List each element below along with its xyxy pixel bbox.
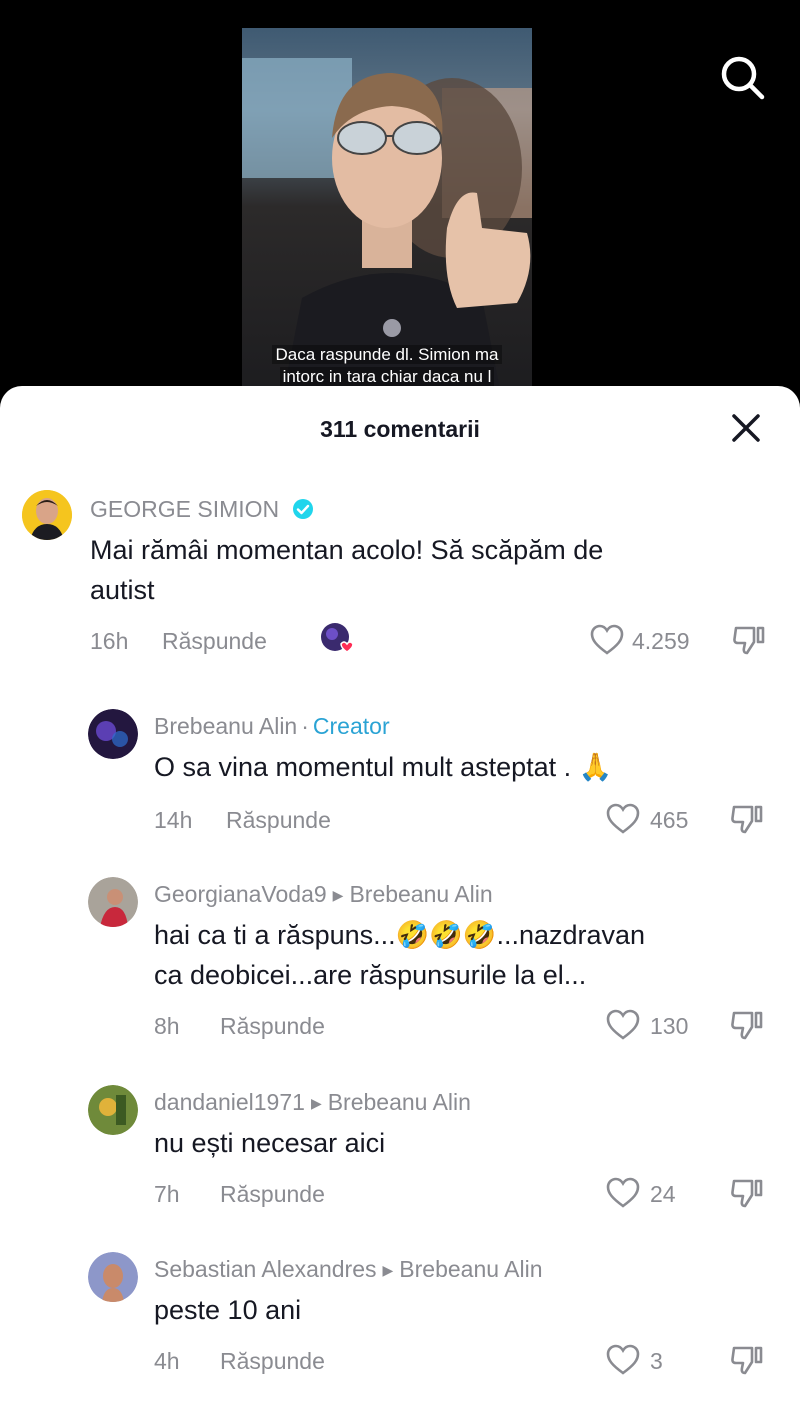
comment-text: O sa vina momentul mult asteptat . 🙏: [154, 747, 782, 787]
creator-badge: Creator: [312, 713, 390, 739]
heart-icon: [606, 1344, 640, 1375]
comment-time: 4h: [154, 1348, 180, 1374]
comment-author-line: GEORGE SIMION: [90, 494, 780, 524]
avatar[interactable]: [88, 709, 138, 759]
comment-text: Mai rămâi momentan acolo! Să scăpăm de a…: [90, 530, 780, 610]
reply-button[interactable]: Răspunde: [162, 628, 267, 655]
comment-author-line: GeorgianaVoda9 ▶ Brebeanu Alin: [154, 879, 782, 909]
comment-text-line: nu ești necesar aici: [154, 1128, 386, 1158]
comment-text-line: hai ca ti a răspuns...🤣🤣🤣...nazdravan: [154, 920, 646, 950]
dislike-button[interactable]: [730, 1175, 764, 1215]
avatar-image: [88, 1252, 138, 1302]
heart-icon: [606, 1177, 640, 1208]
video-caption: Daca raspunde dl. Simion ma intorc in ta…: [242, 344, 532, 388]
comments-header: 311 comentarii: [0, 386, 800, 472]
comment-time: 8h: [154, 1013, 180, 1039]
comment-count: 311 comentarii: [320, 416, 480, 442]
comment-author[interactable]: Brebeanu Alin: [154, 713, 297, 739]
comment-text-line: autist: [90, 575, 155, 605]
comment-text: peste 10 ani: [154, 1290, 782, 1330]
like-button[interactable]: 24: [606, 1173, 706, 1213]
avatar[interactable]: [22, 490, 72, 540]
reply-arrow-icon: ▶: [382, 1262, 394, 1278]
search-button[interactable]: [714, 50, 770, 106]
like-button[interactable]: 4.259: [590, 620, 702, 660]
comment-author[interactable]: GeorgianaVoda9: [154, 881, 327, 907]
badge-separator: ·: [301, 713, 309, 739]
video-thumbnail[interactable]: Daca raspunde dl. Simion ma intorc in ta…: [242, 28, 532, 400]
avatar-image: [88, 877, 138, 927]
comment-time: 16h: [90, 628, 129, 654]
dislike-button[interactable]: [732, 622, 766, 662]
like-count: 130: [650, 1013, 689, 1039]
comment-author[interactable]: Sebastian Alexandres: [154, 1256, 377, 1282]
reply-button[interactable]: Răspunde: [220, 1348, 325, 1375]
like-button[interactable]: 465: [606, 799, 706, 839]
reply-arrow-icon: ▶: [332, 887, 344, 903]
comment-text-line: peste 10 ani: [154, 1295, 302, 1325]
like-count: 3: [650, 1348, 663, 1374]
reply-to-author[interactable]: Brebeanu Alin: [328, 1089, 471, 1115]
avatar[interactable]: [88, 1085, 138, 1135]
like-count: 24: [650, 1181, 676, 1207]
comment-text: hai ca ti a răspuns...🤣🤣🤣...nazdravan ca…: [154, 915, 782, 995]
thumbs-down-icon: [733, 626, 765, 655]
caption-line-1: Daca raspunde dl. Simion ma: [272, 345, 502, 364]
dislike-button[interactable]: [730, 801, 764, 841]
caption-line-2: intorc in tara chiar daca nu l: [279, 367, 495, 386]
reply-button[interactable]: Răspunde: [220, 1013, 325, 1040]
close-icon: [732, 414, 760, 442]
avatar[interactable]: [88, 877, 138, 927]
comment-meta: 8h Răspunde 130: [154, 1005, 782, 1045]
reply-to-author[interactable]: Brebeanu Alin: [349, 881, 492, 907]
heart-icon: [606, 1009, 640, 1040]
like-count: 465: [650, 807, 689, 833]
heart-icon: [590, 624, 624, 655]
comment-meta: 14h Răspunde 465: [154, 799, 782, 839]
comment-author[interactable]: GEORGE SIMION: [90, 496, 279, 522]
heart-icon: [606, 803, 640, 834]
creator-avatar-mini: [321, 623, 354, 653]
like-button[interactable]: 3: [606, 1340, 706, 1380]
reply-to-author[interactable]: Brebeanu Alin: [399, 1256, 542, 1282]
creator-liked-icon: [320, 622, 354, 656]
dislike-button[interactable]: [730, 1342, 764, 1382]
comment-author-line: Brebeanu Alin · Creator: [154, 711, 782, 741]
avatar-image: [22, 490, 72, 540]
comment-text-line: Mai rămâi momentan acolo! Să scăpăm de: [90, 535, 604, 565]
comment-time: 7h: [154, 1181, 180, 1207]
comment-author[interactable]: dandaniel1971: [154, 1089, 305, 1115]
comment-meta: 4h Răspunde 3: [154, 1340, 782, 1380]
thumbs-down-icon: [731, 1346, 763, 1375]
reply-button[interactable]: Răspunde: [220, 1181, 325, 1208]
close-button[interactable]: [726, 408, 766, 448]
dislike-button[interactable]: [730, 1007, 764, 1047]
comment-author-line: Sebastian Alexandres ▶ Brebeanu Alin: [154, 1254, 782, 1284]
avatar-image: [88, 1085, 138, 1135]
avatar[interactable]: [88, 1252, 138, 1302]
comment-meta: 16h Răspunde 4.259: [90, 620, 780, 660]
comment-time: 14h: [154, 807, 193, 833]
comment-author-line: dandaniel1971 ▶ Brebeanu Alin: [154, 1087, 782, 1117]
reply-arrow-icon: ▶: [310, 1095, 322, 1111]
reply-button[interactable]: Răspunde: [226, 807, 331, 834]
comment-text-line: ca deobicei...are răspunsurile la el...: [154, 960, 587, 990]
comment-text: nu ești necesar aici: [154, 1123, 782, 1163]
thumbs-down-icon: [731, 805, 763, 834]
comment-text-line: O sa vina momentul mult asteptat . 🙏: [154, 752, 613, 782]
thumbs-down-icon: [731, 1179, 763, 1208]
video-area: Daca raspunde dl. Simion ma intorc in ta…: [0, 0, 800, 400]
verified-icon: [292, 499, 313, 519]
thumbs-down-icon: [731, 1011, 763, 1040]
comment-meta: 7h Răspunde 24: [154, 1173, 782, 1213]
like-count: 4.259: [632, 628, 690, 654]
comments-sheet: 311 comentarii GEORGE SIMION Mai rămâi m…: [0, 386, 800, 1402]
search-icon: [721, 56, 765, 100]
like-button[interactable]: 130: [606, 1005, 706, 1045]
avatar-image: [88, 709, 138, 759]
